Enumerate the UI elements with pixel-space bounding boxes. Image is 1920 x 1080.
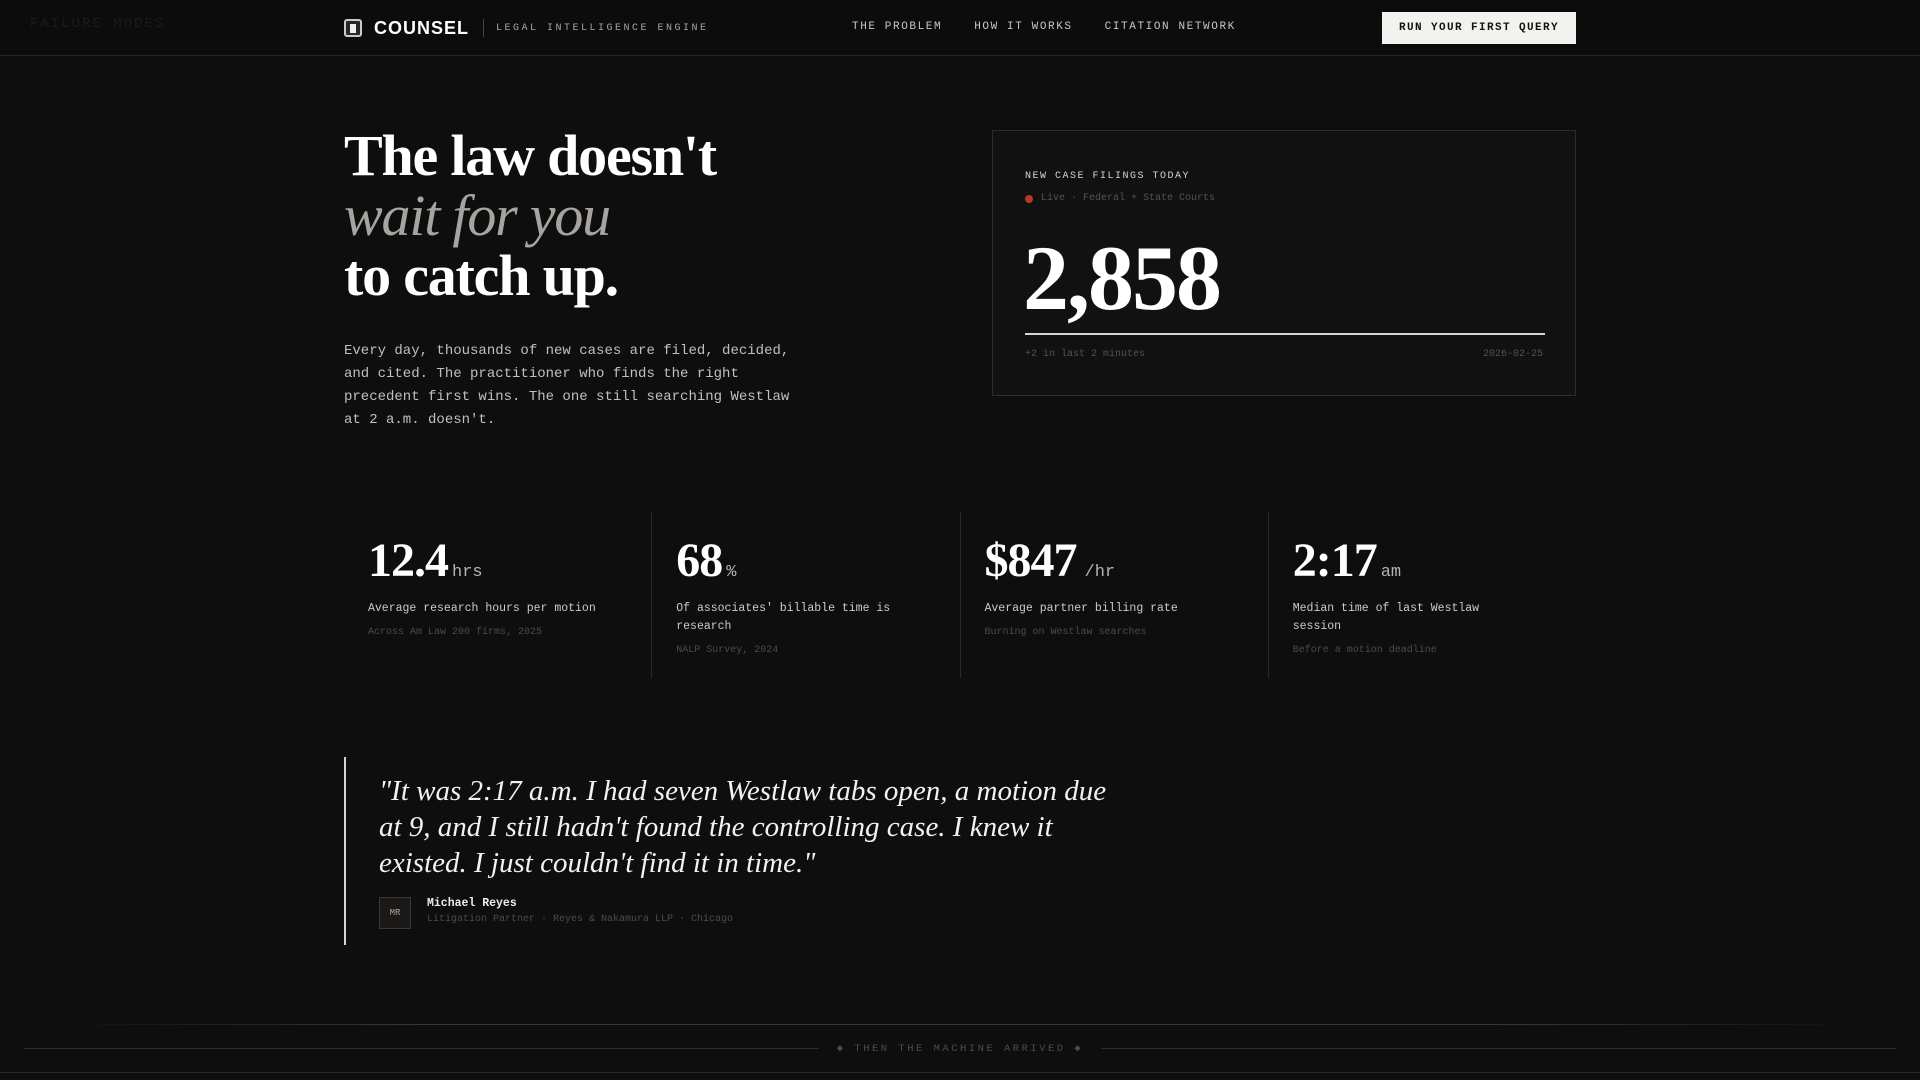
stat-billing-rate: $847 /hr Average partner billing rate Bu… [959,512,1268,678]
quote-author: MR Michael Reyes Litigation Partner · Re… [379,897,733,929]
filings-progress-bar [1025,333,1545,335]
brand-name: COUNSEL [374,17,470,38]
live-filings-card: NEW CASE FILINGS TODAY Live · Federal + … [992,130,1576,396]
stat-source: Across Am Law 200 firms, 2025 [368,627,543,638]
nav-links: THE PROBLEM HOW IT WORKS CITATION NETWOR… [852,21,1236,33]
stat-description: Average research hours per motion [368,602,596,615]
hero-body: Every day, thousands of new cases are fi… [344,343,790,428]
nav-link-citation-network[interactable]: CITATION NETWORK [1105,21,1236,33]
live-text: Live · Federal + State Courts [1041,193,1216,204]
brand-divider [483,19,485,37]
stat-description: Average partner billing rate [984,602,1178,615]
shield-icon [344,19,362,37]
divider-rule-left [24,1047,819,1049]
stat-description: Median time of last Westlaw session [1292,602,1480,633]
filings-progress-fill [1025,333,1545,335]
quote-text: "It was 2:17 a.m. I had seven Westlaw ta… [379,775,1107,879]
divider-label: ◆ THEN THE MACHINE ARRIVED ◆ [836,1042,1084,1055]
top-nav: FAILURE MODES COUNSEL LEGAL INTELLIGENCE… [0,0,1920,56]
headline-line-1: The law doesn't [344,123,717,188]
headline-line-3: to catch up. [344,243,619,308]
brand-logo[interactable]: COUNSEL LEGAL INTELLIGENCE ENGINE [344,14,709,42]
stat-last-session: 2:17 am Median time of last Westlaw sess… [1267,512,1576,678]
card-date: 2026-02-25 [1482,349,1543,360]
stat-unit: % [726,563,737,582]
stat-unit: hrs [452,563,483,582]
brand-tagline: LEGAL INTELLIGENCE ENGINE [496,22,709,34]
divider-rule-right [1101,1047,1897,1049]
bottom-border [0,1072,1920,1073]
stat-source: Before a motion deadline [1292,645,1437,656]
author-name: Michael Reyes [427,897,517,910]
run-first-query-button[interactable]: RUN YOUR FIRST QUERY [1382,12,1576,44]
avatar: MR [379,897,411,929]
live-indicator: Live · Federal + State Courts [1025,193,1215,204]
stat-unit: /hr [1084,563,1116,582]
author-role: Litigation Partner · Reyes & Nakamura LL… [427,914,734,925]
fade-divider-line [60,1024,1860,1025]
recent-change: +2 in last 2 minutes [1025,349,1146,360]
filings-count: 2,858 [1023,227,1222,329]
headline-line-2: wait for you [344,183,611,248]
stat-source: Burning on Westlaw searches [984,627,1147,638]
stat-value: $847 [984,534,1078,587]
stats-row: 12.4 hrs Average research hours per moti… [344,512,1576,678]
live-dot-icon [1025,194,1033,203]
stat-description: Of associates' billable time is research [676,602,891,633]
nav-link-the-problem[interactable]: THE PROBLEM [852,21,942,33]
stat-research-hours: 12.4 hrs Average research hours per moti… [344,512,651,678]
nav-link-how-it-works[interactable]: HOW IT WORKS [974,21,1072,33]
hero-headline: The law doesn't wait for you to catch up… [344,126,904,306]
stat-billable-research: 68 % Of associates' billable time is res… [651,512,959,678]
card-label: NEW CASE FILINGS TODAY [1025,171,1191,182]
section-divider: ◆ THEN THE MACHINE ARRIVED ◆ [24,1040,1897,1056]
stat-value: 2:17 [1292,534,1378,587]
stat-unit: am [1380,563,1402,582]
stat-value: 68 [676,534,723,587]
stat-source: NALP Survey, 2024 [676,645,779,656]
nav-ghost-text: FAILURE MODES [30,16,166,32]
testimonial-quote: "It was 2:17 a.m. I had seven Westlaw ta… [344,757,1144,945]
stat-value: 12.4 [368,534,449,587]
